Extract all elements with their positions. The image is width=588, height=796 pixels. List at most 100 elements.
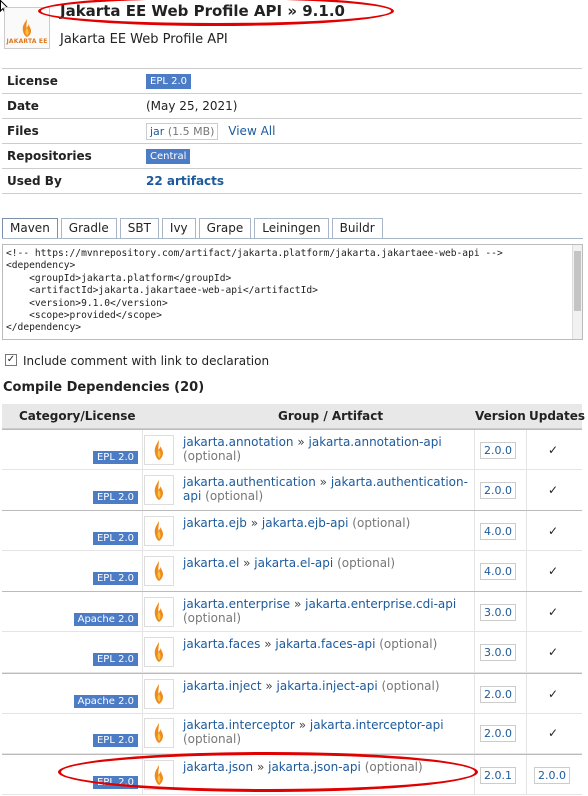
artifact-icon[interactable]: [144, 474, 174, 505]
dependency-row: Apache 2.0 jakarta.enterprise » jakarta.e…: [2, 591, 582, 633]
tab-maven[interactable]: Maven: [2, 218, 58, 239]
artifact-link[interactable]: jakarta.faces-api: [275, 637, 375, 651]
license-badge[interactable]: Apache 2.0: [73, 694, 138, 708]
version-link[interactable]: 4.0.0: [480, 562, 516, 580]
header-group-artifact: Group / Artifact: [278, 409, 384, 423]
group-link[interactable]: jakarta.faces: [183, 637, 260, 651]
optional-label: (optional): [381, 678, 440, 693]
group-link[interactable]: jakarta.authentication: [183, 475, 316, 489]
license-row: License EPL 2.0: [2, 68, 582, 94]
artifact-coordinates: jakarta.el » jakarta.el-api (optional): [183, 556, 469, 570]
license-badge[interactable]: Apache 2.0: [73, 613, 138, 627]
tab-leiningen[interactable]: Leiningen: [254, 218, 329, 239]
license-badge[interactable]: EPL 2.0: [146, 74, 192, 89]
files-label: Files: [2, 118, 143, 144]
snippet-scrollbar-thumb[interactable]: [574, 251, 581, 311]
jar-size: (1.5 MB): [167, 124, 215, 138]
jakarta-flame-icon: [154, 642, 163, 662]
version-link[interactable]: 2.0.0: [480, 481, 516, 499]
include-comment-checkbox[interactable]: ✓: [5, 354, 17, 366]
version-link[interactable]: 3.0.0: [480, 604, 516, 622]
update-version-link[interactable]: 2.0.0: [534, 766, 570, 784]
column-separator: [474, 430, 475, 469]
up-to-date-check-icon: ✓: [548, 726, 559, 741]
dependencies-table-header: Category/License Group / Artifact Versio…: [2, 404, 585, 429]
dependency-snippet-code: <!-- https://mvnrepository.com/artifact/…: [6, 248, 503, 334]
license-badge[interactable]: EPL 2.0: [92, 490, 138, 504]
dependency-row: EPL 2.0 jakarta.ejb » jakarta.ejb-api (op…: [2, 510, 582, 552]
page-subtitle: Jakarta EE Web Profile API: [60, 32, 228, 47]
jakarta-flame-icon: [154, 560, 163, 581]
dependency-row: EPL 2.0 jakarta.el » jakarta.el-api (opti…: [2, 550, 582, 592]
license-badge[interactable]: EPL 2.0: [92, 571, 138, 585]
group-link[interactable]: jakarta.annotation: [183, 435, 294, 449]
used-by-link[interactable]: 22 artifacts: [146, 174, 224, 188]
used-by-label: Used By: [2, 168, 143, 194]
up-to-date-check-icon: ✓: [548, 645, 559, 659]
artifact-icon[interactable]: [144, 555, 174, 586]
group-link[interactable]: jakarta.ejb: [183, 516, 247, 530]
artifact-icon[interactable]: [144, 597, 174, 628]
group-link[interactable]: jakarta.el: [183, 556, 239, 570]
version-link[interactable]: 3.0.0: [480, 644, 516, 661]
optional-label: (optional): [205, 488, 264, 503]
artifact-icon[interactable]: [144, 516, 174, 547]
tab-gradle[interactable]: Gradle: [60, 218, 117, 239]
artifact-coordinates: jakarta.authentication » jakarta.authent…: [183, 475, 469, 503]
column-separator: [142, 550, 143, 591]
snippet-scrollbar[interactable]: [572, 245, 582, 339]
jar-label: jar: [150, 124, 165, 138]
column-separator: [142, 632, 143, 672]
jar-download-link[interactable]: jar (1.5 MB): [146, 122, 219, 140]
group-artifact-separator: »: [315, 474, 331, 489]
jakarta-flame-icon: [154, 723, 163, 744]
license-badge[interactable]: EPL 2.0: [92, 451, 138, 464]
optional-label: (optional): [183, 611, 241, 626]
artifact-link[interactable]: jakarta.annotation-api: [309, 435, 442, 449]
artifact-icon[interactable]: [144, 678, 174, 709]
date-label: Date: [2, 93, 143, 119]
highlight-ellipse-title: [38, 0, 394, 26]
version-link[interactable]: 2.0.1: [480, 766, 516, 784]
repository-badge[interactable]: Central: [146, 149, 191, 164]
up-to-date-check-icon: ✓: [548, 443, 559, 457]
tab-grape[interactable]: Grape: [198, 218, 252, 239]
version-link[interactable]: 2.0.0: [480, 725, 516, 743]
license-badge[interactable]: EPL 2.0: [92, 734, 138, 748]
column-separator: [526, 632, 527, 672]
column-separator: [474, 511, 475, 551]
column-separator: [142, 469, 143, 510]
version-link[interactable]: 2.0.0: [480, 442, 516, 459]
group-link[interactable]: jakarta.inject: [183, 679, 262, 693]
artifact-coordinates: jakarta.ejb » jakarta.ejb-api (optional): [183, 516, 469, 530]
column-separator: [526, 713, 527, 754]
dependency-snippet-textarea[interactable]: <!-- https://mvnrepository.com/artifact/…: [2, 244, 583, 340]
jakarta-flame-icon: [154, 440, 163, 460]
group-link[interactable]: jakarta.interceptor: [183, 718, 295, 732]
artifact-icon[interactable]: [144, 637, 174, 667]
tab-sbt[interactable]: SBT: [119, 218, 159, 239]
artifact-link[interactable]: jakarta.inject-api: [277, 679, 378, 693]
group-link[interactable]: jakarta.enterprise: [183, 597, 290, 611]
tab-ivy[interactable]: Ivy: [161, 218, 196, 239]
jakarta-flame-icon: [154, 521, 163, 542]
artifact-link[interactable]: jakarta.enterprise.cdi-api: [305, 597, 456, 611]
artifact-coordinates: jakarta.enterprise » jakarta.enterprise.…: [183, 597, 469, 625]
group-artifact-separator: »: [246, 516, 262, 531]
optional-label: (optional): [337, 555, 396, 570]
artifact-link[interactable]: jakarta.el-api: [254, 556, 333, 570]
artifact-link[interactable]: jakarta.interceptor-api: [310, 718, 444, 732]
artifact-icon[interactable]: [144, 718, 174, 749]
view-all-link[interactable]: View All: [228, 124, 275, 138]
version-link[interactable]: 2.0.0: [480, 685, 516, 703]
column-separator: [142, 511, 143, 551]
license-badge[interactable]: EPL 2.0: [92, 532, 138, 546]
license-badge[interactable]: EPL 2.0: [92, 653, 138, 666]
artifact-icon[interactable]: [144, 435, 174, 465]
artifact-coordinates: jakarta.inject » jakarta.inject-api (opt…: [183, 679, 469, 693]
version-link[interactable]: 4.0.0: [480, 523, 516, 541]
tab-buildr[interactable]: Buildr: [331, 218, 383, 239]
column-separator: [526, 673, 527, 713]
dependency-row: EPL 2.0 jakarta.interceptor » jakarta.int…: [2, 713, 582, 755]
artifact-link[interactable]: jakarta.ejb-api: [262, 516, 349, 530]
